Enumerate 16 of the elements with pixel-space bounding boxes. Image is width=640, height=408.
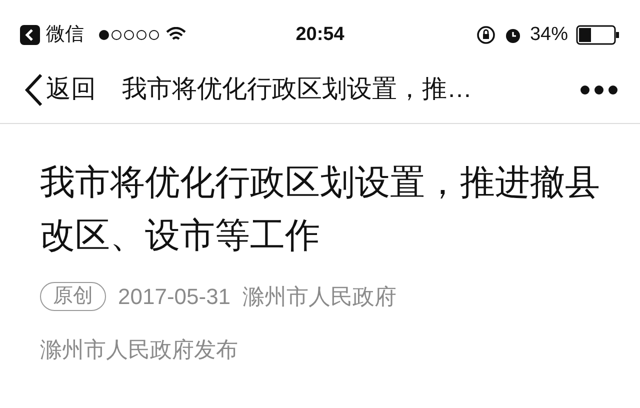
battery-percent: 34% <box>530 22 568 47</box>
more-icon[interactable] <box>580 84 618 94</box>
back-app-icon[interactable] <box>20 25 40 45</box>
alarm-icon <box>504 26 522 44</box>
article-title: 我市将优化行政区划设置，推进撤县改区、设市等工作 <box>40 162 601 257</box>
byline: 滁州市人民政府发布 <box>40 336 239 364</box>
publish-date: 2017-05-31 <box>118 283 231 311</box>
back-app-label[interactable]: 微信 <box>46 20 84 50</box>
original-tag: 原创 <box>40 282 106 311</box>
nav-title: 我市将优化行政区划设置，推… <box>122 74 473 105</box>
clock-time: 20:54 <box>296 22 344 47</box>
chevron-left-icon <box>24 72 44 106</box>
rotation-lock-icon <box>476 25 496 45</box>
battery-icon <box>576 25 620 45</box>
back-button[interactable]: 返回 <box>24 70 96 108</box>
signal-icon <box>98 29 160 41</box>
